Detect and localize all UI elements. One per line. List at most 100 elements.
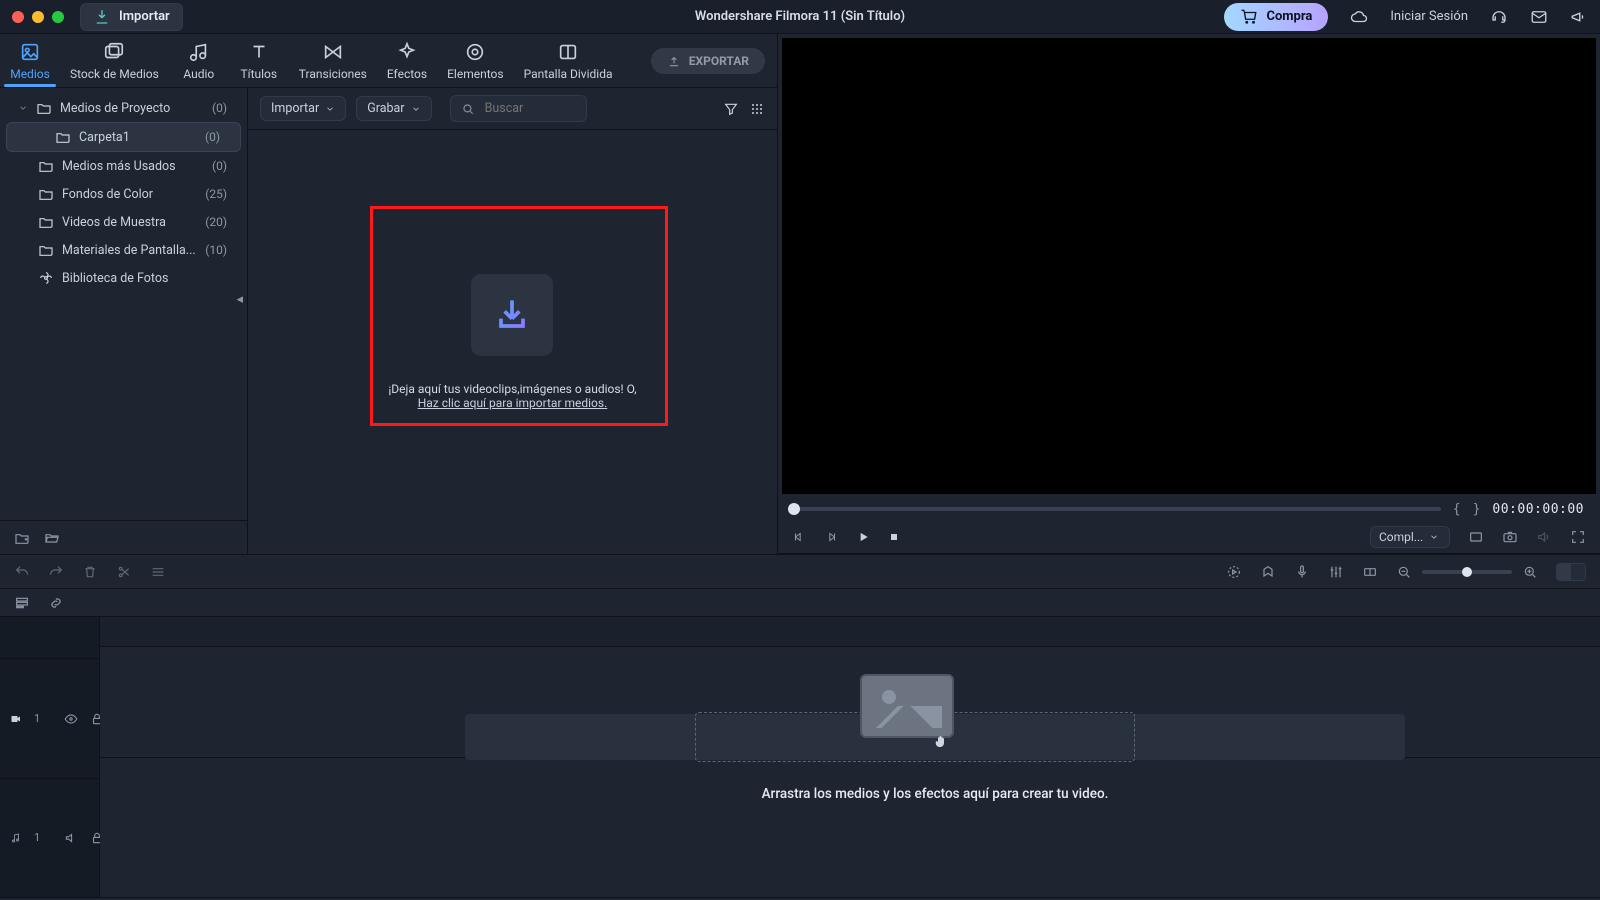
render-icon[interactable] [1226, 564, 1242, 580]
timeline-track-area[interactable]: Arrastra los medios y los efectos aquí p… [100, 617, 1600, 898]
track-header-audio[interactable]: 1 [0, 779, 99, 898]
marker-icon[interactable] [1260, 564, 1276, 580]
import-dropdown[interactable]: Importar [260, 96, 346, 121]
folder-icon [38, 214, 54, 230]
split-clip-icon[interactable] [116, 564, 132, 580]
eye-icon[interactable] [64, 712, 78, 726]
fit-screen-icon[interactable] [1468, 529, 1484, 545]
callout-highlight [370, 206, 668, 426]
search-icon [461, 102, 475, 116]
link-icon[interactable] [48, 595, 64, 611]
tab-label: Elementos [447, 67, 503, 81]
new-folder-icon[interactable] [14, 530, 30, 546]
zoom-in-icon[interactable] [1522, 564, 1538, 580]
collapse-tree-icon[interactable]: ◂ [232, 288, 247, 311]
tree-item-photo-library[interactable]: Biblioteca de Fotos [0, 264, 247, 292]
search-input[interactable] [483, 100, 577, 117]
keyframe-icon[interactable] [1362, 564, 1378, 580]
import-button-label: Importar [119, 9, 170, 24]
audio-track-number: 1 [34, 831, 40, 844]
folder-open-icon[interactable] [44, 530, 60, 546]
grid-view-icon[interactable] [749, 101, 765, 117]
media-grid-area: Importar Grabar [248, 88, 777, 554]
tree-item-sample-videos[interactable]: Videos de Muestra (20) [0, 208, 247, 236]
close-window-icon[interactable] [12, 11, 24, 23]
maximize-window-icon[interactable] [52, 11, 64, 23]
track-header-video[interactable]: 1 [0, 659, 99, 778]
preview-scrubber-head[interactable] [788, 503, 800, 515]
tab-elements[interactable]: Elementos [437, 34, 513, 87]
timeline-toolbar [0, 555, 1600, 589]
support-headset-icon[interactable] [1490, 8, 1508, 26]
tree-item-folder1[interactable]: Carpeta1 (0) [6, 122, 241, 152]
record-dropdown[interactable]: Grabar [356, 96, 431, 121]
mark-in-icon[interactable]: { [1453, 502, 1461, 517]
window-title: Wondershare Filmora 11 (Sin Título) [695, 9, 905, 24]
tab-audio[interactable]: Audio [169, 34, 229, 87]
tab-split[interactable]: Pantalla Dividida [514, 34, 623, 87]
tab-titles[interactable]: Títulos [229, 34, 289, 87]
track-manager-icon[interactable] [14, 595, 30, 611]
fullscreen-icon[interactable] [1570, 529, 1586, 545]
mute-icon[interactable] [64, 831, 78, 845]
effects-icon [396, 41, 418, 63]
voiceover-mic-icon[interactable] [1294, 564, 1310, 580]
buy-button[interactable]: Compra [1224, 3, 1328, 31]
export-button[interactable]: EXPORTAR [651, 48, 765, 74]
tab-effects[interactable]: Efectos [377, 34, 437, 87]
prev-frame-icon[interactable] [792, 530, 806, 544]
message-icon[interactable] [1530, 8, 1548, 26]
next-frame-icon[interactable] [824, 530, 838, 544]
preview-timecode: 00:00:00:00 [1492, 502, 1584, 517]
timeline-view-toggle[interactable] [1556, 563, 1586, 581]
tab-label: Stock de Medios [70, 67, 159, 81]
adjust-icon[interactable] [150, 564, 166, 580]
play-icon[interactable] [856, 530, 870, 544]
timeline-hint-text: Arrastra los medios y los efectos aquí p… [390, 786, 1480, 802]
mark-out-icon[interactable]: } [1473, 502, 1481, 517]
tree-count: (20) [205, 215, 237, 229]
zoom-slider-head[interactable] [1462, 567, 1472, 577]
preview-scrubber[interactable] [794, 507, 1441, 511]
volume-icon[interactable] [1536, 529, 1552, 545]
preview-quality-dropdown[interactable]: Compl... [1370, 526, 1450, 548]
elements-icon [464, 41, 486, 63]
search-input-wrap[interactable] [450, 95, 588, 122]
timeline-ruler[interactable] [100, 617, 1600, 647]
timeline-placeholder-clip [465, 714, 1405, 760]
tree-label: Medios más Usados [62, 159, 176, 174]
login-link[interactable]: Iniciar Sesión [1390, 9, 1468, 24]
flower-icon [38, 270, 54, 286]
chevron-down-icon [1429, 532, 1439, 542]
zoom-slider[interactable] [1422, 570, 1512, 574]
tree-item-color-backgrounds[interactable]: Fondos de Color (25) [0, 180, 247, 208]
tree-item-project-media[interactable]: Medios de Proyecto (0) [0, 94, 247, 122]
notification-megaphone-icon[interactable] [1570, 8, 1588, 26]
zoom-out-icon[interactable] [1396, 564, 1412, 580]
grab-cursor-icon [932, 732, 950, 750]
folder-icon [38, 242, 54, 258]
timeline-drop-thumb [860, 674, 954, 738]
tree-item-most-used[interactable]: Medios más Usados (0) [0, 152, 247, 180]
preview-canvas[interactable] [782, 38, 1596, 494]
stop-icon[interactable] [888, 531, 900, 543]
chevron-down-icon [18, 103, 28, 113]
import-dropdown-label: Importar [271, 101, 319, 116]
preview-controls: Compl... [778, 520, 1600, 554]
tab-label: Títulos [240, 67, 277, 81]
tab-media[interactable]: Medios [0, 34, 60, 87]
tree-item-green-screen[interactable]: Materiales de Pantalla... (10) [0, 236, 247, 264]
delete-icon[interactable] [82, 564, 98, 580]
audio-mixer-icon[interactable] [1328, 564, 1344, 580]
tab-stock[interactable]: Stock de Medios [60, 34, 169, 87]
import-button[interactable]: Importar [80, 3, 183, 31]
filter-icon[interactable] [723, 101, 739, 117]
redo-icon[interactable] [48, 564, 64, 580]
audio-track-icon [10, 832, 22, 844]
tab-transitions[interactable]: Transiciones [289, 34, 377, 87]
tree-label: Fondos de Color [62, 187, 153, 202]
undo-icon[interactable] [14, 564, 30, 580]
cloud-icon[interactable] [1350, 8, 1368, 26]
snapshot-icon[interactable] [1502, 529, 1518, 545]
minimize-window-icon[interactable] [32, 11, 44, 23]
